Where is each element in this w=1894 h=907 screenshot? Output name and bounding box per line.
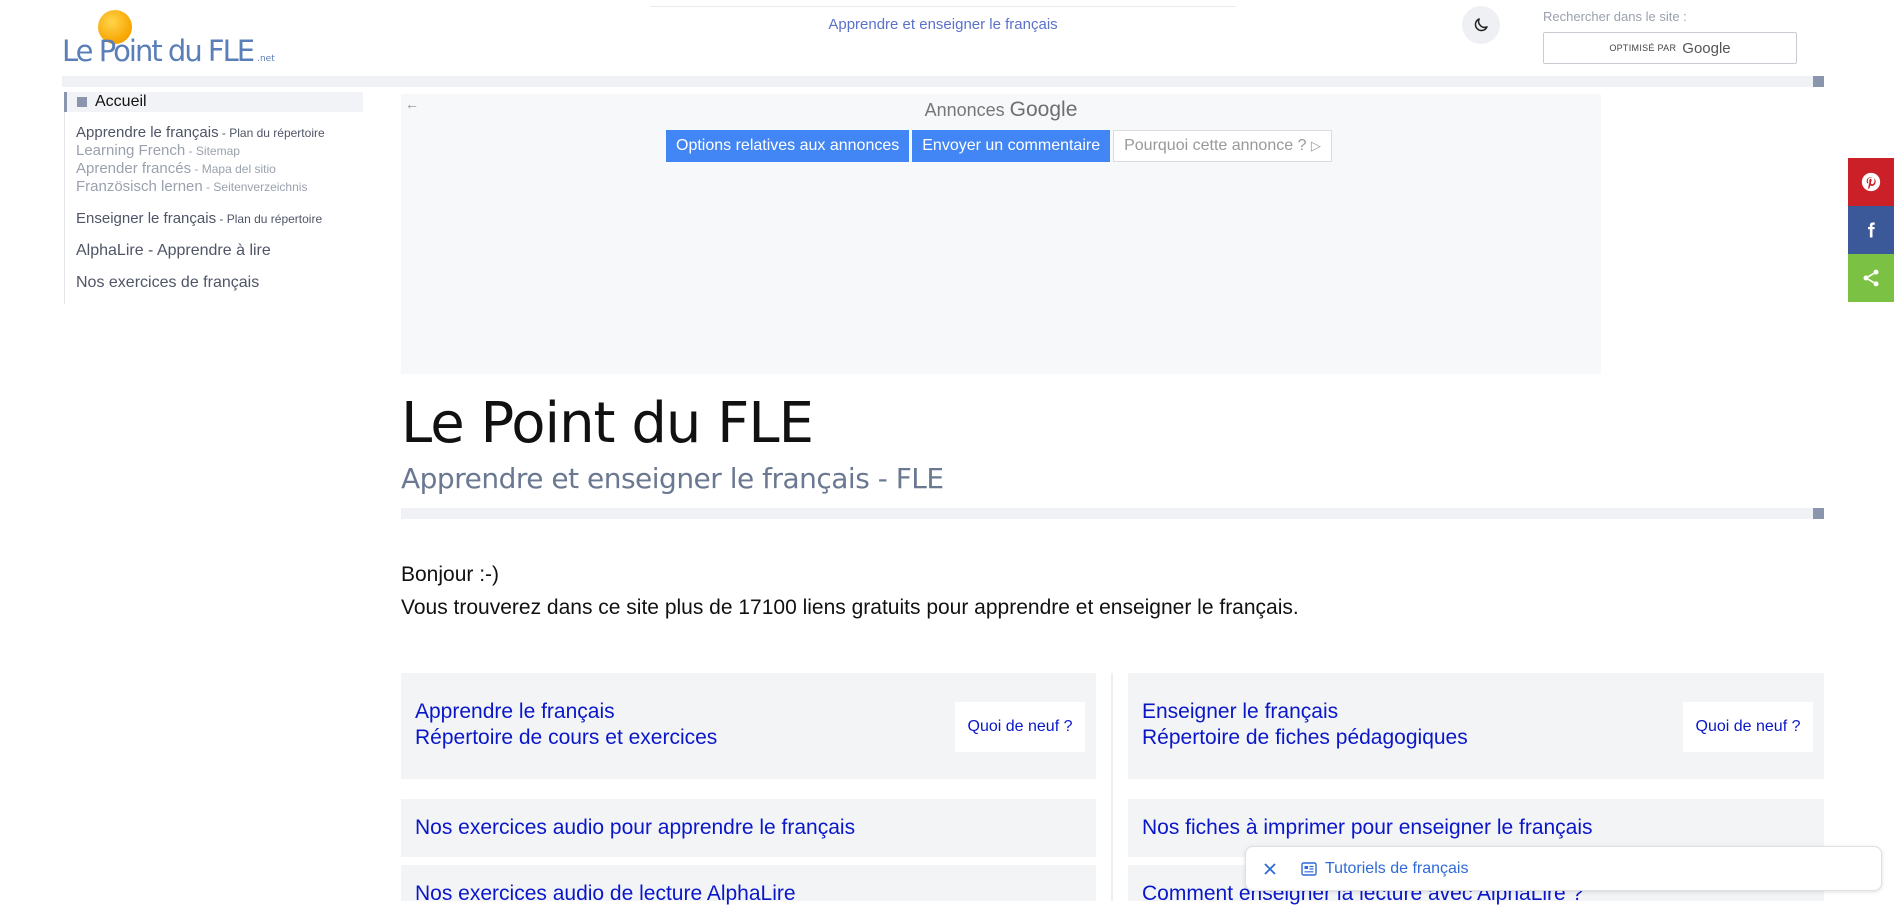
- ad-title: Annonces Google: [924, 98, 1078, 121]
- sidebar-item-home[interactable]: Accueil: [64, 92, 363, 112]
- column-divider: [1111, 673, 1113, 901]
- ad-why-button[interactable]: Pourquoi cette annonce ? ▷: [1113, 130, 1332, 162]
- dark-mode-toggle[interactable]: [1462, 6, 1500, 44]
- card-audio-learn: Nos exercices audio pour apprendre le fr…: [401, 799, 1096, 857]
- square-bullet-icon: [77, 97, 87, 107]
- card-learn-link[interactable]: Apprendre le français Répertoire de cour…: [415, 699, 717, 751]
- ad-options-button[interactable]: Options relatives aux annonces: [666, 130, 910, 162]
- header-tagline[interactable]: Apprendre et enseigner le français: [650, 16, 1236, 33]
- sidebar-item-learn-french-de[interactable]: Französisch lernen - Seitenverzeichnis: [76, 178, 363, 196]
- pinterest-share-button[interactable]: [1848, 158, 1894, 206]
- intro-text: Vous trouverez dans ce site plus de 1710…: [401, 596, 1299, 619]
- header-bar: [62, 76, 1824, 87]
- facebook-icon: [1868, 222, 1875, 238]
- ad-panel: ← Annonces Google Options relatives aux …: [401, 94, 1601, 374]
- card-audio-alphalire-link[interactable]: Nos exercices audio de lecture AlphaLire: [415, 881, 796, 907]
- card-learn-french: Apprendre le français Répertoire de cour…: [401, 673, 1096, 779]
- search-optimized-label: OPTIMISÉ PAR: [1609, 43, 1677, 53]
- page-subtitle: Apprendre et enseigner le français - FLE: [401, 462, 944, 495]
- card-teach-french: Enseigner le français Répertoire de fich…: [1128, 673, 1824, 779]
- sidebar-item-alphalire[interactable]: AlphaLire - Apprendre à lire: [65, 242, 363, 260]
- top-divider: [650, 6, 1236, 7]
- title-bar: [401, 508, 1824, 519]
- sidebar-item-teach-french[interactable]: Enseigner le français - Plan du répertoi…: [65, 210, 363, 228]
- card-audio-alphalire: Nos exercices audio de lecture AlphaLire: [401, 865, 1096, 905]
- facebook-share-button[interactable]: [1848, 206, 1894, 254]
- sidebar-item-label: Accueil: [95, 93, 147, 110]
- moon-icon: [1474, 18, 1488, 32]
- card-print-teach-link[interactable]: Nos fiches à imprimer pour enseigner le …: [1142, 815, 1593, 841]
- teach-news-button[interactable]: Quoi de neuf ?: [1683, 702, 1813, 752]
- pinterest-icon: [1861, 172, 1881, 192]
- header-bar-square: [1813, 76, 1824, 87]
- page-title: Le Point du FLE: [401, 391, 814, 456]
- search-label: Rechercher dans le site :: [1543, 9, 1687, 24]
- close-icon: [1264, 863, 1276, 875]
- card-audio-learn-link[interactable]: Nos exercices audio pour apprendre le fr…: [415, 815, 855, 841]
- generic-share-button[interactable]: [1848, 254, 1894, 302]
- search-input[interactable]: OPTIMISÉ PAR Google: [1543, 32, 1797, 64]
- card-teach-link[interactable]: Enseigner le français Répertoire de fich…: [1142, 699, 1468, 751]
- logo-text: Le Point du FLE .net: [62, 34, 275, 68]
- ad-why-label: Pourquoi cette annonce ?: [1124, 137, 1307, 154]
- tutorials-link[interactable]: Tutoriels de français: [1301, 860, 1468, 878]
- site-logo[interactable]: Le Point du FLE .net: [62, 10, 275, 70]
- sidebar-nav: Accueil Apprendre le français - Plan du …: [64, 92, 363, 304]
- sidebar-item-exercises[interactable]: Nos exercices de français: [65, 274, 363, 292]
- logo-suffix: .net: [257, 54, 275, 64]
- ad-feedback-button[interactable]: Envoyer un commentaire: [912, 130, 1111, 162]
- tutorials-label: Tutoriels de français: [1325, 860, 1469, 877]
- sidebar-item-learn-french-en[interactable]: Learning French - Sitemap: [76, 142, 363, 160]
- article-icon: [1301, 862, 1317, 876]
- play-outline-icon: ▷: [1310, 138, 1321, 153]
- search-provider-label: Google: [1682, 39, 1731, 57]
- learn-news-button[interactable]: Quoi de neuf ?: [955, 702, 1085, 752]
- tutorials-toast: Tutoriels de français: [1245, 846, 1882, 891]
- sidebar-item-learn-french-fr[interactable]: Apprendre le français - Plan du répertoi…: [76, 124, 363, 142]
- sidebar-group-learn: Apprendre le français - Plan du répertoi…: [65, 124, 363, 196]
- share-icon: [1863, 269, 1879, 287]
- ad-brand: Google: [1009, 98, 1078, 121]
- sidebar-item-learn-french-es[interactable]: Aprender francés - Mapa del sitio: [76, 160, 363, 178]
- ad-button-row: Options relatives aux annonces Envoyer u…: [666, 130, 1332, 162]
- greeting-text: Bonjour :-): [401, 563, 500, 586]
- title-bar-square: [1813, 508, 1824, 519]
- close-toast-button[interactable]: [1260, 859, 1280, 879]
